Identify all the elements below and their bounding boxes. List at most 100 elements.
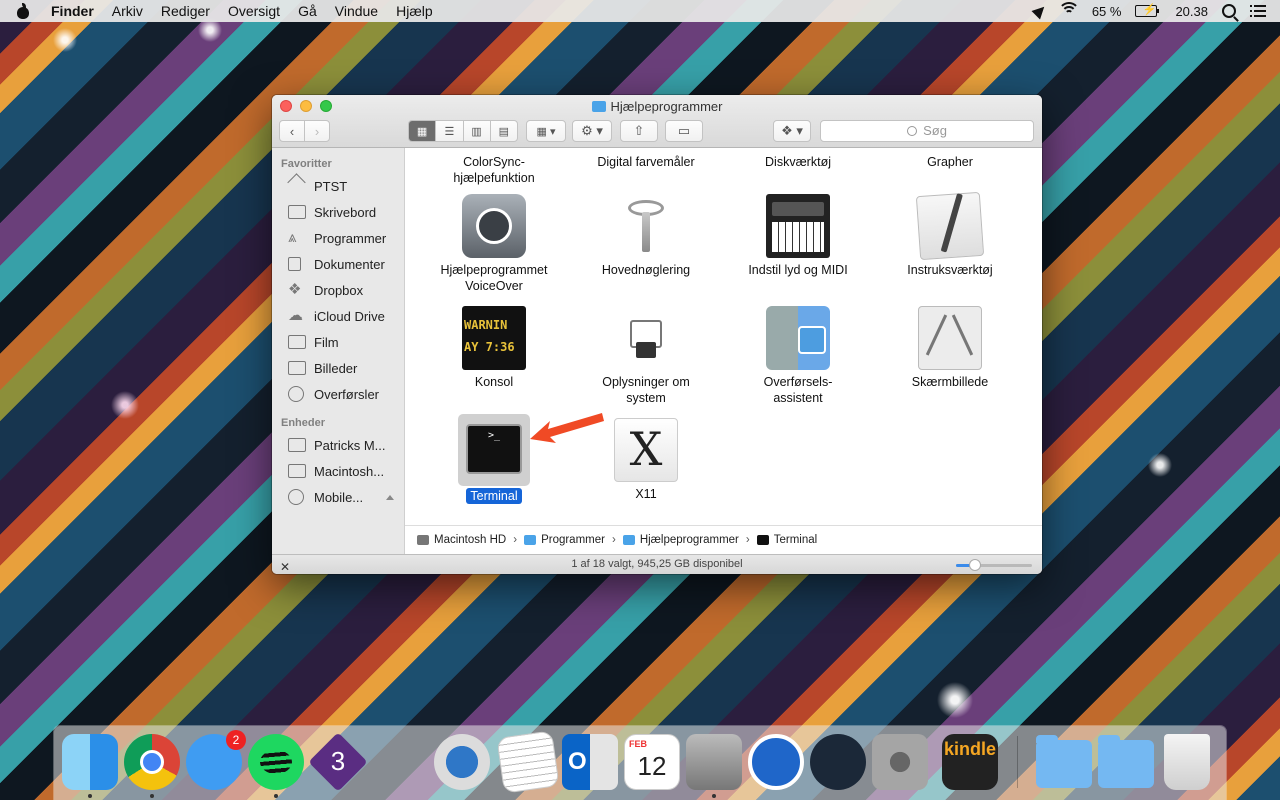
icon-view-button[interactable]: ▦ (409, 121, 437, 141)
file-item-systeminfo[interactable]: Oplysninger om system (571, 306, 721, 406)
folder-icon (524, 534, 537, 545)
icon-size-slider[interactable] (956, 559, 1032, 571)
back-button[interactable]: ‹ (279, 120, 305, 142)
path-separator-icon: › (745, 533, 750, 546)
list-view-button[interactable]: ☰ (436, 121, 464, 141)
dropbox-button[interactable]: ❖ ▾ (773, 120, 811, 142)
menu-ga[interactable]: Gå (298, 3, 317, 19)
column-view-button[interactable]: ▥ (464, 121, 491, 141)
dock-messages-icon[interactable]: 2 (186, 730, 246, 790)
sidebar-item-dropbox[interactable]: ❖ Dropbox (272, 277, 404, 303)
folder-icon (622, 534, 635, 545)
file-item-midi[interactable]: Indstil lyd og MIDI (723, 194, 873, 278)
location-arrow-icon[interactable] (1031, 2, 1049, 20)
file-item-instruksvaerktoj[interactable]: Instruksværktøj (875, 191, 1025, 278)
sidebar-item-film[interactable]: Film (272, 329, 404, 355)
dock-transmit-icon[interactable] (686, 734, 742, 798)
dock: 2 3 O FEB 12 kindle (54, 726, 1226, 800)
battery-icon[interactable]: ⚡ (1135, 4, 1160, 17)
action-button[interactable]: ⚙ ▾ (572, 120, 612, 142)
search-field[interactable]: Søg (820, 120, 1034, 142)
share-button[interactable]: ⇧ (620, 120, 658, 142)
file-grid: ColorSync-hjælpefunktion Digital farvemå… (405, 148, 1042, 525)
dock-calendar-icon[interactable]: FEB 12 (624, 734, 680, 790)
finder-window: Hjælpeprogrammer ‹ › ▦ ☰ ▥ ▤ ▦ ▾ ⚙ ▾ ⇧ ▭… (272, 95, 1042, 574)
sidebar-item-billeder[interactable]: Billeder (272, 355, 404, 381)
notification-center-icon[interactable] (1250, 5, 1266, 17)
file-item-skaermbillede[interactable]: Skærmbillede (875, 306, 1025, 390)
coverflow-view-button[interactable]: ▤ (491, 121, 517, 141)
sidebar-item-overforsler[interactable]: Overførsler (272, 381, 404, 407)
battery-percent[interactable]: 65 % (1092, 4, 1122, 19)
sidebar-item-skrivebord[interactable]: Skrivebord (272, 199, 404, 225)
sidebar-item-ptst[interactable]: PTST (272, 173, 404, 199)
screenshot-icon (918, 306, 982, 370)
path-separator-icon: › (513, 533, 518, 546)
spotlight-icon[interactable] (1222, 4, 1236, 18)
harddisk-icon (417, 534, 429, 545)
harddisk-icon (288, 464, 306, 478)
file-item-diskvaerktoj[interactable]: Diskværktøj (723, 154, 873, 170)
menu-oversigt[interactable]: Oversigt (228, 3, 280, 19)
slider-knob[interactable] (969, 559, 981, 571)
dock-three-icon[interactable]: 3 (308, 732, 368, 792)
sidebar-toggle-icon[interactable]: ✕ (280, 558, 290, 574)
path-item-terminal[interactable]: Terminal (756, 534, 817, 546)
keychain-icon (614, 194, 678, 258)
eject-icon[interactable] (386, 494, 394, 500)
dock-popcorn-icon[interactable] (372, 734, 428, 790)
dock-downloads-folder-icon[interactable] (1098, 735, 1154, 788)
menu-vindue[interactable]: Vindue (335, 3, 378, 19)
dock-system-preferences-icon[interactable] (872, 734, 928, 790)
dock-textedit-icon[interactable] (496, 730, 560, 794)
sidebar-item-laptop[interactable]: Patricks M... (272, 432, 404, 458)
path-item-macintosh-hd[interactable]: Macintosh HD (417, 534, 506, 546)
wifi-icon[interactable] (1057, 2, 1080, 18)
status-menus: 65 % ⚡ 20.38 (1031, 0, 1280, 22)
dock-quicktime-icon[interactable] (434, 734, 490, 790)
file-item-migration[interactable]: Overførsels-assistent (723, 306, 873, 406)
home-icon (288, 179, 306, 193)
file-item-grapher[interactable]: Grapher (875, 154, 1025, 170)
dock-1password-icon[interactable] (748, 734, 804, 790)
file-item-voiceover[interactable]: Hjælpeprogrammet VoiceOver (419, 194, 569, 294)
file-item-hovednoglering[interactable]: Hovednøglering (571, 194, 721, 278)
sidebar-item-macintosh[interactable]: Macintosh... (272, 458, 404, 484)
forward-button[interactable]: › (304, 120, 330, 142)
path-item-hjaelpeprogrammer[interactable]: Hjælpeprogrammer (622, 534, 739, 546)
menubar-clock[interactable]: 20.38 (1175, 4, 1208, 19)
file-item-konsol[interactable]: WARNIN AY 7:36 Konsol (419, 306, 569, 390)
script-editor-icon (915, 191, 985, 261)
terminal-screen: >_ (466, 424, 522, 474)
dock-trash-icon[interactable] (1164, 734, 1210, 790)
dock-chrome-icon[interactable] (124, 734, 180, 798)
search-placeholder: Søg (923, 123, 947, 138)
menu-arkiv[interactable]: Arkiv (112, 3, 143, 19)
dock-applications-folder-icon[interactable] (1036, 735, 1092, 788)
sidebar-item-icloud[interactable]: ☁ iCloud Drive (272, 303, 404, 329)
file-item-digital-farvemaler[interactable]: Digital farvemåler (571, 154, 721, 170)
menu-hjaelp[interactable]: Hjælp (396, 3, 433, 19)
share-icon: ⇧ (633, 123, 645, 138)
arrange-button[interactable]: ▦ ▾ (526, 120, 566, 142)
sidebar-header-devices: Enheder (281, 417, 326, 429)
sidebar-item-programmer[interactable]: ⩓ Programmer (272, 225, 404, 251)
disc-icon (288, 489, 304, 505)
path-separator-icon: › (611, 533, 616, 546)
dock-kindle-icon[interactable]: kindle (942, 734, 998, 790)
x11-icon: X (614, 418, 678, 482)
dock-outlook-icon[interactable]: O (562, 734, 618, 790)
path-item-programmer[interactable]: Programmer (524, 534, 605, 546)
annotation-arrow (530, 413, 604, 443)
apple-menu-icon[interactable] (16, 3, 30, 19)
sidebar-item-mobile[interactable]: Mobile... (272, 484, 404, 510)
tag-button[interactable]: ▭ (665, 120, 703, 142)
dock-steam-icon[interactable] (810, 734, 866, 790)
menu-finder[interactable]: Finder (51, 3, 94, 19)
dock-finder-icon[interactable] (62, 734, 118, 798)
sidebar-item-dokumenter[interactable]: Dokumenter (272, 251, 404, 277)
dock-spotify-icon[interactable] (248, 734, 304, 798)
tag-icon: ▭ (677, 123, 691, 138)
file-item-colorsync[interactable]: ColorSync-hjælpefunktion (419, 154, 569, 186)
menu-rediger[interactable]: Rediger (161, 3, 210, 19)
